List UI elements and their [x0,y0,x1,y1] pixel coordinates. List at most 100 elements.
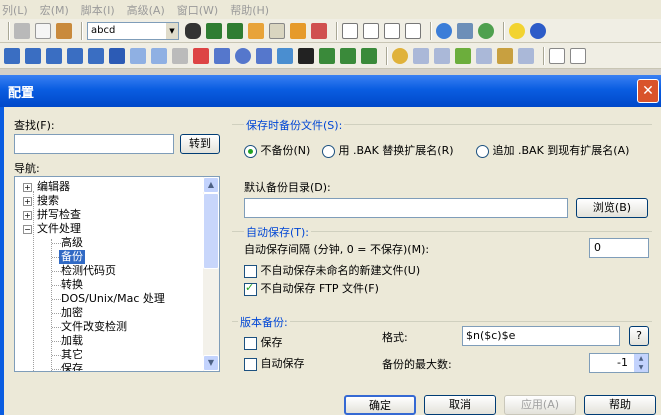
checkbox-icon[interactable] [244,336,257,350]
align-right-icon[interactable] [384,22,400,39]
preview-icon[interactable] [457,22,473,39]
menu-column[interactable]: 列(L) [2,2,28,18]
replace-icon[interactable] [248,22,264,39]
html-span-icon[interactable] [434,47,450,64]
help-button[interactable]: 帮助 [584,395,656,415]
goto-button[interactable]: 转到 [180,134,220,154]
tree-item-conversion[interactable]: 转换 [61,278,83,292]
menu-help[interactable]: 帮助(H) [230,2,269,18]
macro-icon[interactable] [311,22,327,39]
justify-icon[interactable] [405,22,421,39]
radio-no-backup[interactable]: 不备份(N) [244,142,310,158]
max-backups-stepper[interactable]: -1 ▲ ▼ [589,353,649,373]
tree-item-file-handling[interactable]: − 文件处理 [23,222,81,236]
tree-item-other[interactable]: 其它 [61,348,83,362]
radio-icon[interactable] [244,144,257,158]
html-select-icon[interactable] [172,47,188,64]
dialog-title-bar[interactable]: 配置 [0,75,661,107]
html-more-icon[interactable] [518,47,534,64]
help-icon[interactable] [530,22,546,39]
html-image-icon[interactable] [277,47,293,64]
html-checkbox-icon[interactable] [214,47,230,64]
font-combo[interactable]: abcd ▼ [87,21,179,40]
find-prev-icon[interactable] [206,22,222,39]
html-form-icon[interactable] [109,47,125,64]
copy-icon[interactable] [35,22,51,39]
close-icon[interactable]: ✕ [637,79,659,103]
bookmark-icon[interactable] [290,22,306,39]
radio-append-bak[interactable]: 追加 .BAK 到现有扩展名(A) [476,142,629,158]
html-link-icon[interactable] [319,47,335,64]
html-paragraph-icon[interactable] [46,47,62,64]
html-class-icon[interactable] [476,47,492,64]
color-picker-icon[interactable] [392,47,408,64]
radio-icon[interactable] [476,144,489,158]
tree-item-load[interactable]: 加载 [61,334,83,348]
checkbox-icon[interactable] [244,264,257,278]
default-dir-input[interactable] [244,198,568,218]
html-back-icon[interactable] [340,47,356,64]
tree-scrollbar[interactable]: ▲ ▼ [203,177,219,371]
expand-icon[interactable]: + [23,182,32,192]
html-div-icon[interactable] [413,47,429,64]
expand-icon[interactable]: + [23,196,32,206]
cancel-button[interactable]: 取消 [424,395,496,415]
html-textarea-icon[interactable] [151,47,167,64]
paste-icon[interactable] [56,22,72,39]
web-browser-icon[interactable] [436,22,452,39]
version-autosave-checkbox[interactable]: 自动保存 [244,355,305,371]
menu-macro[interactable]: 宏(M) [40,2,69,18]
html-button-icon[interactable] [256,47,272,64]
format-help-button[interactable]: ? [629,326,649,346]
scroll-thumb[interactable] [203,193,219,269]
html-radio-icon[interactable] [235,47,251,64]
checkbox-icon[interactable] [244,357,257,371]
html-heading-icon[interactable] [25,47,41,64]
tree-item-spellcheck[interactable]: + 拼写检查 [23,208,81,222]
html-frame-icon[interactable] [361,47,377,64]
tree-item-advanced[interactable]: 高级 [61,236,83,250]
menu-advanced[interactable]: 高级(A) [127,2,165,18]
html-body-icon[interactable] [4,47,20,64]
file-list-icon[interactable] [269,22,285,39]
spin-down-icon[interactable]: ▼ [633,363,648,372]
tip-icon[interactable] [509,22,525,39]
google-search-icon[interactable] [549,47,565,64]
spin-up-icon[interactable]: ▲ [633,354,648,363]
tree-item-backup[interactable]: 备份 [59,250,85,264]
checkbox-icon[interactable] [244,281,257,296]
html-password-icon[interactable] [193,47,209,64]
browse-button[interactable]: 浏览(B) [576,198,648,218]
apply-button[interactable]: 应用(A) [504,395,576,415]
autosave-interval-input[interactable]: 0 [589,238,649,258]
radio-replace-bak[interactable]: 用 .BAK 替换扩展名(R) [322,142,454,158]
find-next-icon[interactable] [227,22,243,39]
radio-icon[interactable] [322,144,335,158]
expand-icon[interactable]: + [23,210,32,220]
no-autosave-ftp-checkbox[interactable]: 不自动保存 FTP 文件(F) [244,280,379,296]
html-wand-icon[interactable] [497,47,513,64]
nav-tree[interactable]: + 编辑器 + 搜索 + 拼写检查 − 文件处理 高级 备份 检测代码页 转换 DOS/… [14,176,220,372]
scroll-up-icon[interactable]: ▲ [203,177,219,193]
html-table-icon[interactable] [88,47,104,64]
html-list-icon[interactable] [67,47,83,64]
menu-script[interactable]: 脚本(I) [81,2,115,18]
html-anchor-icon[interactable] [298,47,314,64]
scroll-down-icon[interactable]: ▼ [203,355,219,371]
tree-item-dos-unix-mac[interactable]: DOS/Unix/Mac 处理 [61,292,165,306]
tree-item-codepage[interactable]: 检测代码页 [61,264,116,278]
search-input[interactable] [14,134,174,154]
html-id-icon[interactable] [455,47,471,64]
align-left-icon[interactable] [342,22,358,39]
no-autosave-unnamed-checkbox[interactable]: 不自动保存未命名的新建文件(U) [244,262,420,278]
menu-window[interactable]: 窗口(W) [177,2,218,18]
yahoo-search-icon[interactable] [570,47,586,64]
align-center-icon[interactable] [363,22,379,39]
format-input[interactable]: $n($c)$e [462,326,620,346]
cut-icon[interactable] [14,22,30,39]
tree-item-encryption[interactable]: 加密 [61,306,83,320]
tree-item-save[interactable]: 保存 [61,362,83,371]
find-binoculars-icon[interactable] [185,22,201,39]
tree-item-search[interactable]: + 搜索 [23,194,59,208]
collapse-icon[interactable]: − [23,224,32,234]
